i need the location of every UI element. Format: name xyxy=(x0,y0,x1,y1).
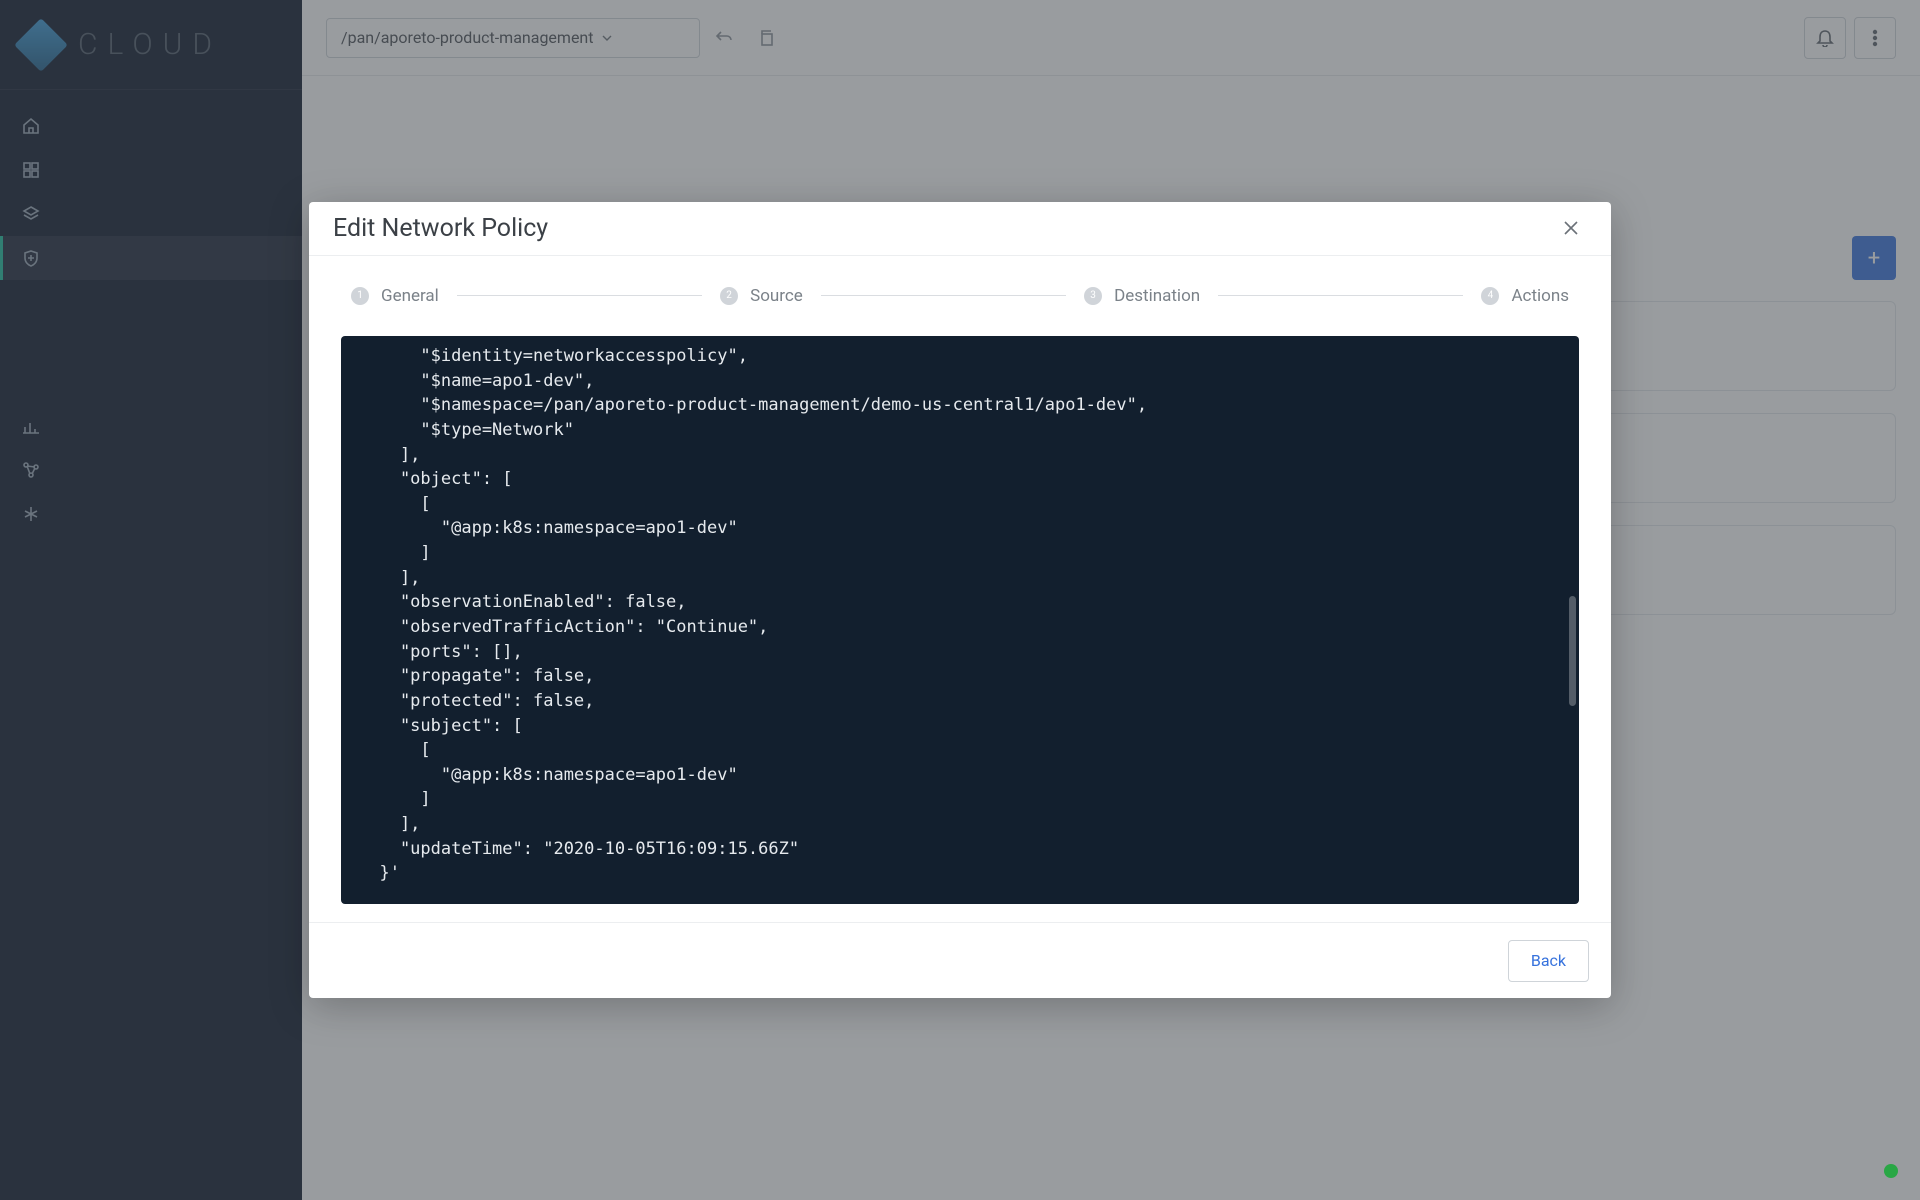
step-label: Source xyxy=(750,286,803,306)
step-label: General xyxy=(381,286,439,306)
step-divider xyxy=(457,295,702,296)
modal-title: Edit Network Policy xyxy=(333,214,548,243)
back-button-label: Back xyxy=(1531,951,1566,970)
step-label: Destination xyxy=(1114,286,1200,306)
step-bullet: 4 xyxy=(1481,287,1499,305)
step-destination[interactable]: 3 Destination xyxy=(1084,286,1200,306)
status-indicator xyxy=(1884,1164,1898,1178)
stepper: 1 General 2 Source 3 Destination 4 Actio… xyxy=(309,256,1611,336)
step-bullet: 3 xyxy=(1084,287,1102,305)
step-bullet: 2 xyxy=(720,287,738,305)
code-content: "$identity=networkaccesspolicy", "$name=… xyxy=(359,346,1147,883)
step-divider xyxy=(821,295,1066,296)
code-editor[interactable]: "$identity=networkaccesspolicy", "$name=… xyxy=(341,336,1579,904)
step-bullet: 1 xyxy=(351,287,369,305)
step-actions[interactable]: 4 Actions xyxy=(1481,286,1569,306)
close-button[interactable] xyxy=(1555,212,1587,244)
back-button[interactable]: Back xyxy=(1508,940,1589,982)
edit-policy-modal: Edit Network Policy 1 General 2 Source 3… xyxy=(309,202,1611,998)
modal-footer: Back xyxy=(309,922,1611,998)
close-icon xyxy=(1561,218,1581,238)
modal-header: Edit Network Policy xyxy=(309,202,1611,256)
scrollbar-thumb[interactable] xyxy=(1569,596,1576,706)
step-general[interactable]: 1 General xyxy=(351,286,439,306)
modal-overlay: Edit Network Policy 1 General 2 Source 3… xyxy=(0,0,1920,1200)
step-label: Actions xyxy=(1511,286,1569,306)
step-source[interactable]: 2 Source xyxy=(720,286,803,306)
step-divider xyxy=(1218,295,1463,296)
